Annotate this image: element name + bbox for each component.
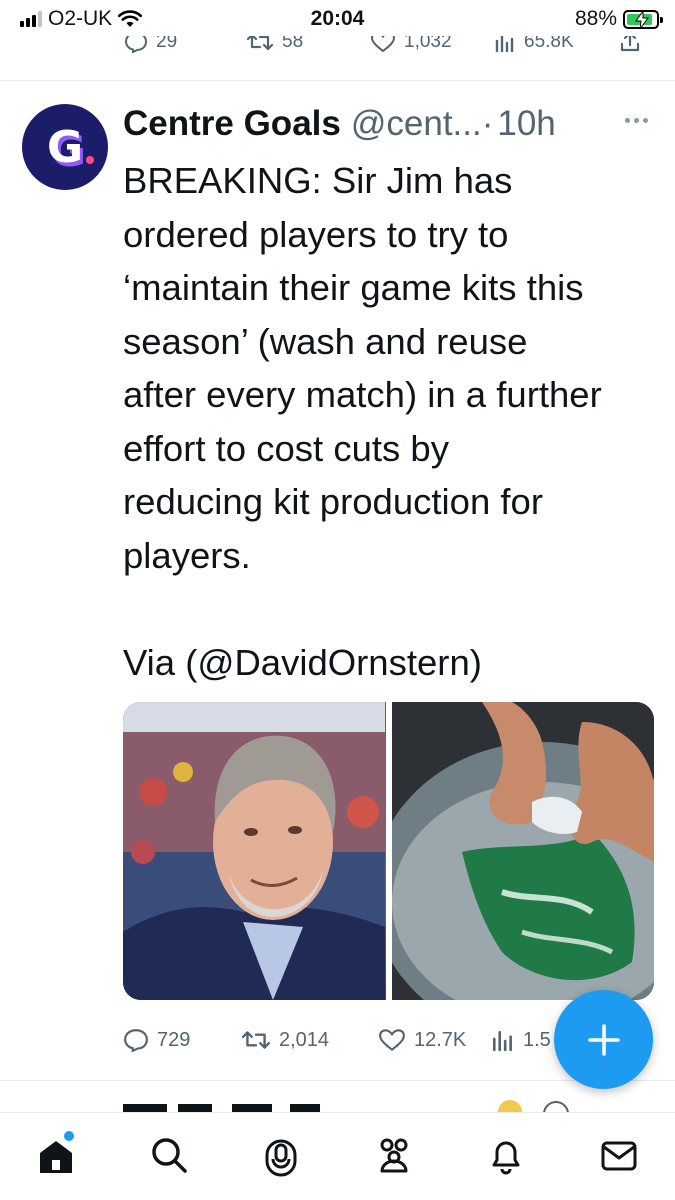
compose-button[interactable] bbox=[554, 990, 653, 1089]
tweet-time[interactable]: 10h bbox=[497, 104, 555, 144]
retweet-button[interactable]: 2,014 bbox=[241, 1028, 378, 1052]
plus-icon bbox=[587, 1023, 620, 1056]
reply-icon bbox=[124, 1029, 148, 1052]
avatar-logo-dot bbox=[86, 156, 94, 164]
next-tweet-peek bbox=[0, 1092, 675, 1114]
portrait-photo[interactable] bbox=[123, 702, 386, 1000]
home-notification-dot bbox=[64, 1131, 74, 1141]
retweet-count: 2,014 bbox=[279, 1028, 330, 1051]
status-bar: O2-UK 20:04 88% bbox=[0, 0, 675, 36]
like-button[interactable]: 12.7K bbox=[378, 1028, 491, 1052]
search-icon bbox=[152, 1138, 187, 1173]
tweet-header: Centre Goals @cent... · 10h bbox=[123, 102, 658, 146]
reply-count: 729 bbox=[157, 1028, 191, 1051]
messages-icon bbox=[601, 1141, 637, 1171]
tab-messages[interactable] bbox=[563, 1133, 675, 1181]
tab-search[interactable] bbox=[113, 1133, 226, 1181]
avatar-logo: G bbox=[46, 121, 84, 173]
washing-kit-photo[interactable] bbox=[391, 702, 654, 1000]
header-separator: · bbox=[481, 104, 494, 143]
tab-notifications[interactable] bbox=[450, 1133, 563, 1181]
like-count: 12.7K bbox=[414, 1028, 467, 1051]
divider bbox=[0, 80, 675, 81]
bottom-tab-bar bbox=[0, 1112, 675, 1200]
views-count: 1.5 bbox=[523, 1028, 551, 1051]
tab-spaces[interactable] bbox=[225, 1133, 338, 1181]
more-options-icon[interactable] bbox=[625, 118, 648, 123]
tab-home[interactable] bbox=[0, 1131, 113, 1181]
reply-button[interactable]: 729 bbox=[123, 1028, 241, 1052]
divider bbox=[0, 1080, 675, 1081]
display-name[interactable]: Centre Goals bbox=[123, 104, 341, 144]
notifications-icon bbox=[492, 1141, 520, 1175]
tweet-media[interactable] bbox=[123, 702, 654, 1000]
clock: 20:04 bbox=[310, 7, 365, 30]
tab-communities[interactable] bbox=[338, 1133, 451, 1181]
avatar[interactable]: G G bbox=[22, 104, 108, 190]
retweet-icon bbox=[241, 1031, 271, 1049]
heart-icon bbox=[379, 1029, 405, 1052]
communities-icon bbox=[380, 1138, 408, 1173]
status-right: 88% bbox=[574, 7, 663, 31]
battery-percent: 88% bbox=[574, 7, 617, 30]
views-icon bbox=[492, 1031, 512, 1052]
tweet-text: BREAKING: Sir Jim has ordered players to… bbox=[123, 160, 602, 683]
user-handle[interactable]: @cent... bbox=[351, 104, 482, 144]
spaces-icon bbox=[265, 1139, 297, 1177]
battery-icon bbox=[623, 9, 663, 29]
